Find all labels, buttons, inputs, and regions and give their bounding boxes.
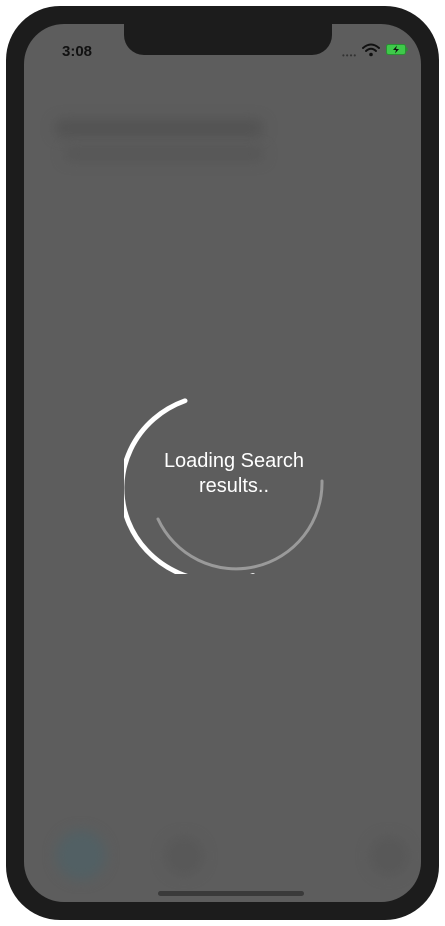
- blurred-tab-icon: [164, 836, 204, 876]
- blurred-header-text: [54, 119, 264, 137]
- loading-message: Loading Search results..: [124, 449, 344, 499]
- loading-message-line-2: results..: [198, 475, 270, 497]
- app-screen: 3:08 •••• Loading Search results..: [24, 24, 421, 902]
- loading-message-line-1: Loading Search: [163, 450, 305, 472]
- home-indicator[interactable]: [158, 891, 304, 896]
- signal-dots-icon: ••••: [342, 51, 358, 60]
- blurred-subheader-text: [64, 147, 264, 161]
- status-time: 3:08: [62, 43, 93, 60]
- battery-charging-icon: [386, 44, 408, 55]
- notch: [124, 24, 332, 55]
- status-bar: 3:08 ••••: [24, 24, 421, 74]
- phone-frame: 3:08 •••• Loading Search results..: [6, 6, 439, 920]
- blurred-tab-icon: [369, 836, 409, 876]
- blurred-tab-icon: [56, 830, 106, 880]
- wifi-icon: [362, 43, 380, 57]
